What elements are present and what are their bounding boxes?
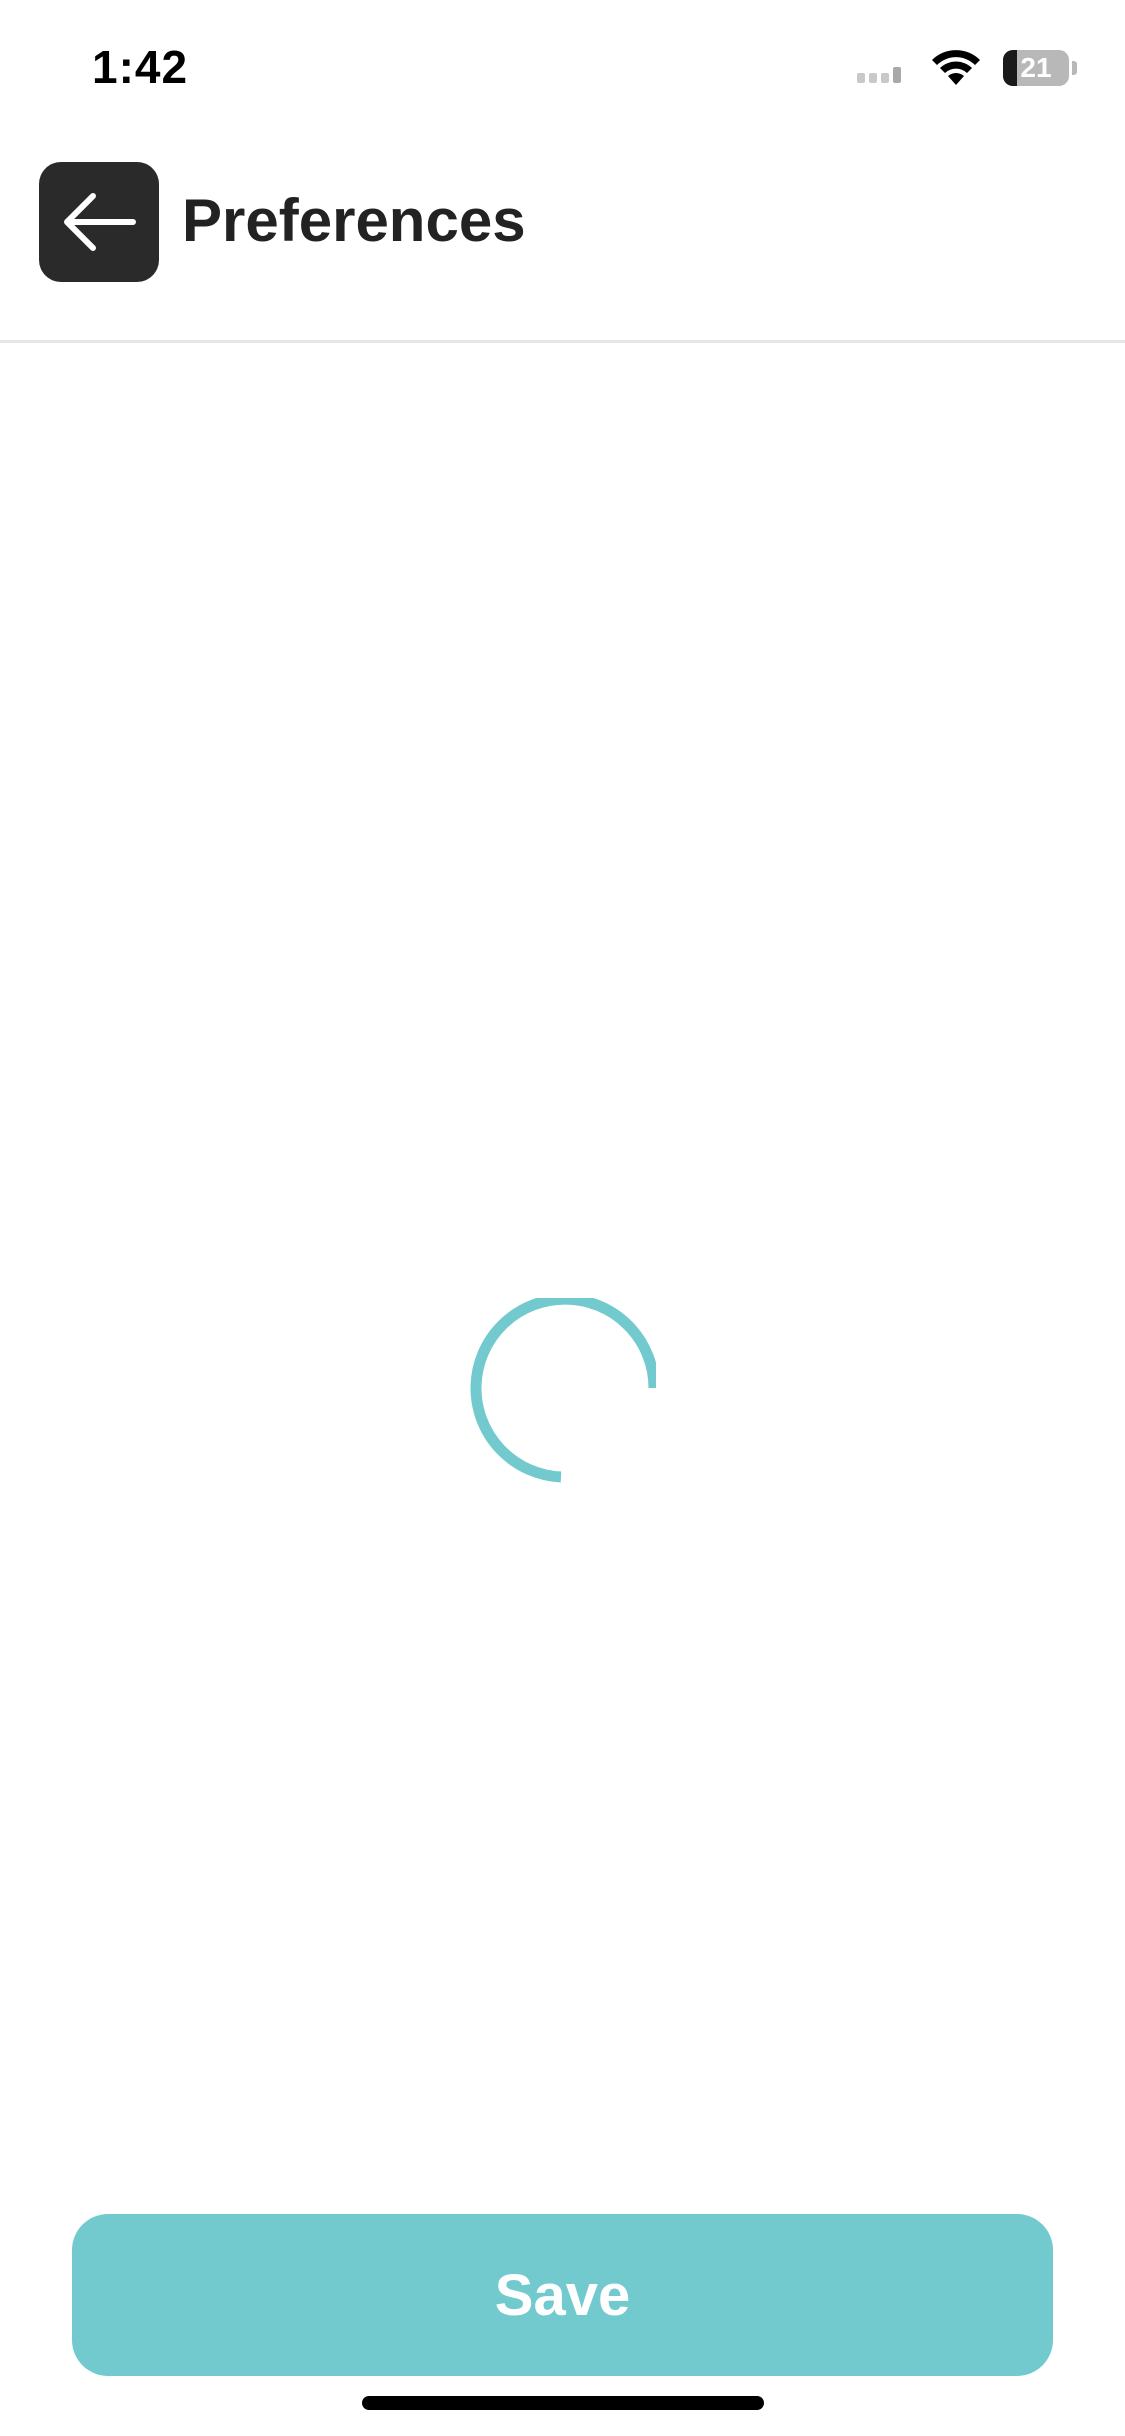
loading-spinner-icon bbox=[470, 1298, 656, 1483]
arrow-left-icon bbox=[64, 193, 136, 251]
battery-icon: 21 bbox=[1003, 50, 1069, 86]
battery-cap bbox=[1072, 61, 1077, 75]
save-button[interactable]: Save bbox=[72, 2214, 1053, 2376]
wifi-icon bbox=[932, 50, 980, 85]
battery-percentage: 21 bbox=[1020, 52, 1052, 83]
status-time: 1:42 bbox=[92, 41, 189, 93]
app-header: Preferences bbox=[0, 140, 1125, 343]
content-area bbox=[0, 343, 1125, 2213]
cellular-signal-icon bbox=[857, 53, 905, 83]
home-indicator bbox=[362, 2396, 764, 2410]
page-title: Preferences bbox=[182, 187, 526, 254]
back-button[interactable] bbox=[39, 162, 159, 282]
status-icons: 21 bbox=[857, 48, 1077, 88]
status-bar: 1:42 21 bbox=[0, 0, 1125, 140]
